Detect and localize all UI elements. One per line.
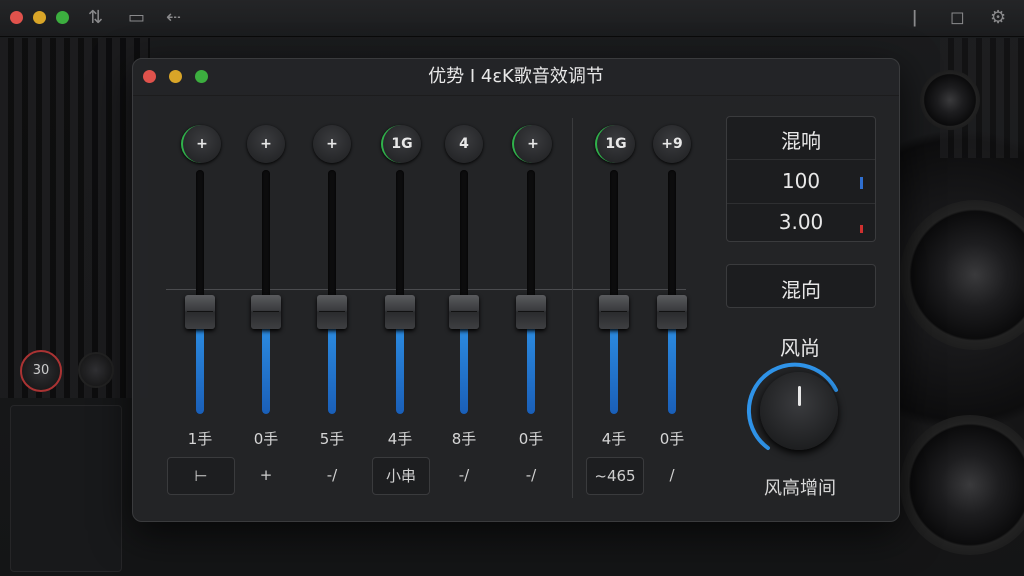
window-title: 优势 I 4ɛK歌音效调节 [133,59,899,96]
channel-knob[interactable]: + [181,125,221,163]
knob-title: 风尚 [780,336,820,360]
channel-knob[interactable]: 1G [595,125,635,163]
fader-handle[interactable] [449,295,479,329]
channel-button[interactable]: + [246,457,286,493]
gear-icon[interactable]: ⚙ [990,7,1006,29]
fader-handle[interactable] [516,295,546,329]
level-indicator-blue [860,177,863,189]
fader-track[interactable] [460,170,468,414]
fader-handle[interactable] [385,295,415,329]
channel-knob[interactable]: +9 [653,125,691,163]
channel-label: 4手 [601,430,627,448]
channel-button[interactable]: ~465 [586,457,644,495]
channel-label: 4手 [387,430,413,448]
channel-knob[interactable]: 1G [381,125,421,163]
reverb-panel: 混响 100 3.00 [726,116,876,242]
channel-knob[interactable]: + [512,125,552,163]
background-knob-2 [78,352,114,388]
back-arrow-icon[interactable]: ⇠ [166,7,181,29]
main-knob[interactable] [760,372,838,450]
fader-handle[interactable] [599,295,629,329]
channel-divider [572,118,573,498]
fader-track[interactable] [396,170,404,414]
reverb-value-1[interactable]: 100 [727,169,875,193]
channel-knob[interactable]: + [247,125,285,163]
knob-label: 风高增间 [764,478,836,499]
channel-button[interactable]: -/ [511,457,551,493]
channel-label: 1手 [187,430,213,448]
minimize-dot[interactable] [33,11,46,24]
reverb-label: 混响 [781,129,821,153]
channel-knob[interactable]: + [313,125,351,163]
channel-button[interactable]: ⊢ [167,457,235,495]
mix-button-label: 混向 [781,278,821,302]
channel-label: 0手 [518,430,544,448]
fader-track[interactable] [610,170,618,414]
background-knob-value: 30 [32,363,50,378]
channel-label: 8手 [451,430,477,448]
fader-track[interactable] [527,170,535,414]
fader-handle[interactable] [657,295,687,329]
channel-knob[interactable]: 4 [445,125,483,163]
fader-handle[interactable] [317,295,347,329]
fader-track[interactable] [262,170,270,414]
background-knob: 30 [20,350,62,392]
channel-button[interactable]: 小串 [372,457,430,495]
fader-handle[interactable] [185,295,215,329]
channel-label: 5手 [319,430,345,448]
folder-icon[interactable]: ▭ [128,7,145,29]
top-toolbar: ⇅ ▭ ⇠ ǀ ◻ ⚙ [0,0,1024,37]
info-icon[interactable]: ǀ [912,7,917,29]
channel-button[interactable]: / [652,457,692,493]
close-dot[interactable] [10,11,23,24]
fader-track[interactable] [668,170,676,414]
mix-button[interactable]: 混向 [726,264,876,308]
channel-label: 0手 [659,430,685,448]
channel-button[interactable]: -/ [444,457,484,493]
sliders-icon[interactable]: ⇅ [88,7,103,29]
zero-line [166,289,686,290]
fader-track[interactable] [328,170,336,414]
search-icon[interactable]: ◻ [950,7,965,29]
fader-track[interactable] [196,170,204,414]
knob-pointer [798,386,801,406]
channel-button[interactable]: -/ [312,457,352,493]
channel-label: 0手 [253,430,279,448]
background-mixer-panel [10,405,122,572]
acoustic-foam [0,38,150,398]
level-indicator-red [860,225,863,233]
maximize-dot[interactable] [56,11,69,24]
fader-handle[interactable] [251,295,281,329]
reverb-value-2[interactable]: 3.00 [727,210,875,234]
speaker-tweeter [920,70,980,130]
